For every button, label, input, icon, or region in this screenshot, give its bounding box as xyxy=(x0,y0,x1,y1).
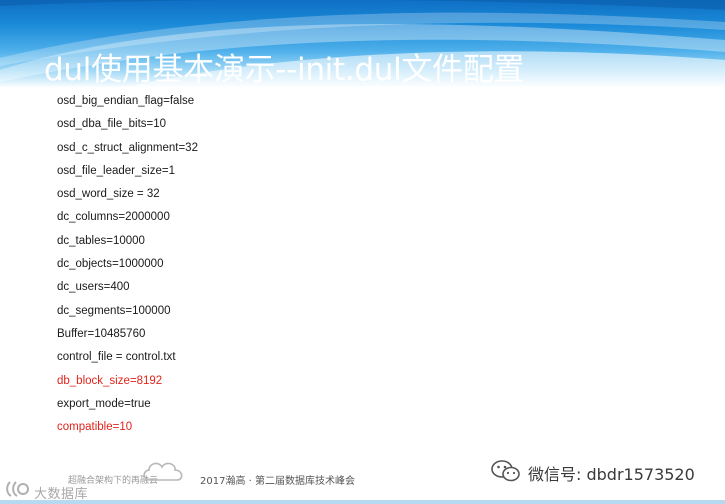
config-line: export_mode=true xyxy=(57,397,151,410)
cloud-icon xyxy=(143,462,183,481)
config-line: db_block_size=8192 xyxy=(57,374,163,387)
config-line: osd_big_endian_flag=false xyxy=(57,95,195,107)
brand-logo-icon xyxy=(6,481,29,497)
footer-event-label: 2017瀚高 · 第二届数据库技术峰会 xyxy=(200,476,355,487)
config-line: control_file = control.txt xyxy=(57,351,176,364)
config-line: dc_tables=10000 xyxy=(57,234,145,247)
config-list: osd_big_endian_flag=false osd_dba_file_bi… xyxy=(57,92,198,441)
config-line: osd_c_struct_alignment=32 xyxy=(57,141,198,154)
bottom-divider xyxy=(0,500,725,504)
config-line: osd_word_size = 32 xyxy=(57,188,160,201)
config-line: Buffer=10485760 xyxy=(57,327,146,340)
config-line: compatible=10 xyxy=(57,421,133,434)
slide-title: dul使用基本演示--init.dul文件配置 xyxy=(44,52,525,88)
wechat-id-text: 微信号: dbdr1573520 xyxy=(528,465,695,484)
config-line: dc_columns=2000000 xyxy=(57,211,170,224)
config-line: osd_dba_file_bits=10 xyxy=(57,118,167,131)
config-line: dc_objects=1000000 xyxy=(57,258,164,271)
config-line: dc_users=400 xyxy=(57,281,130,294)
config-line: dc_segments=100000 xyxy=(57,304,171,317)
config-line: osd_file_leader_size=1 xyxy=(57,164,175,177)
wechat-icon xyxy=(491,460,520,482)
